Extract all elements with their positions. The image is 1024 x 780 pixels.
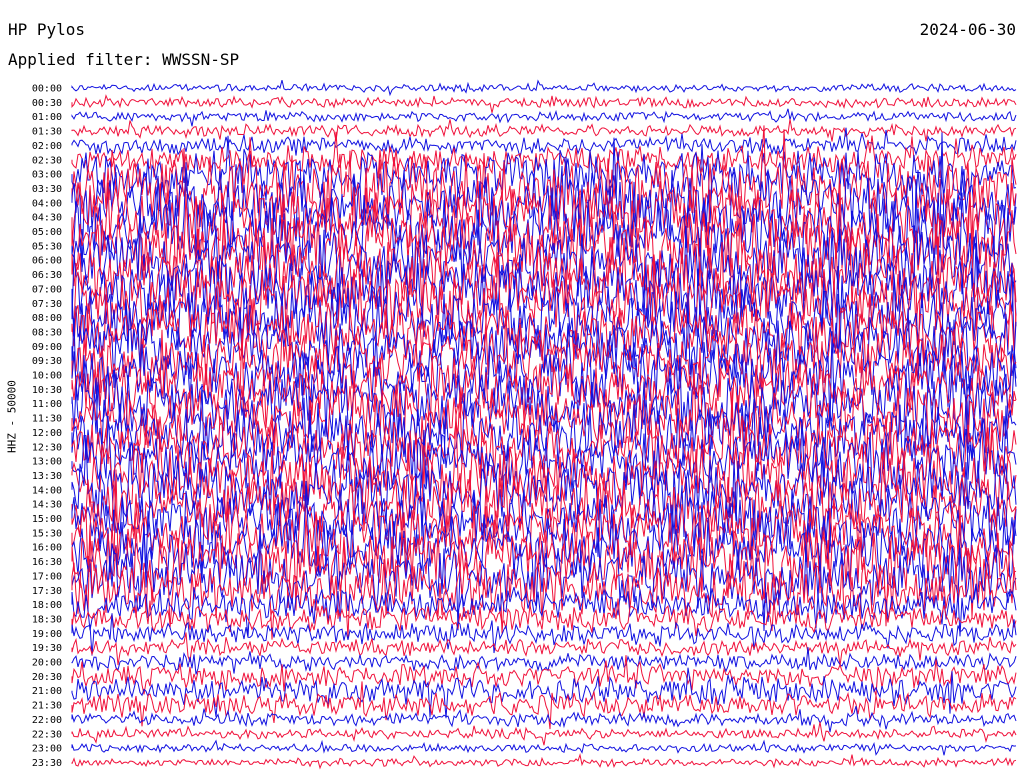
row-time-label: 00:30 xyxy=(32,98,62,109)
trace-row xyxy=(71,613,1017,656)
row-time-label: 16:00 xyxy=(32,543,62,554)
row-time-label: 10:00 xyxy=(32,371,62,382)
row-time-label: 19:30 xyxy=(32,643,62,654)
row-time-label: 19:00 xyxy=(32,629,62,640)
trace-row xyxy=(71,108,1017,127)
row-time-label: 22:00 xyxy=(32,715,62,726)
row-time-label: 03:30 xyxy=(32,184,62,195)
row-time-label: 14:00 xyxy=(32,485,62,496)
row-time-label: 16:30 xyxy=(32,557,62,568)
row-time-label: 07:00 xyxy=(32,284,62,295)
trace-row xyxy=(71,79,1017,97)
trace-row xyxy=(71,94,1017,113)
row-time-label: 10:30 xyxy=(32,385,62,396)
row-time-label: 05:30 xyxy=(32,241,62,252)
row-time-label: 23:30 xyxy=(32,758,62,769)
seismogram-plot: 00:00 00:30 01:00 01:30 02:00 02:30 03:00 03:30… xyxy=(32,79,1017,770)
row-time-label: 12:00 xyxy=(32,428,62,439)
row-time-label: 02:30 xyxy=(32,155,62,166)
row-time-label: 20:00 xyxy=(32,658,62,669)
row-time-label: 06:30 xyxy=(32,270,62,281)
row-time-label: 18:00 xyxy=(32,600,62,611)
row-time-label: 15:30 xyxy=(32,528,62,539)
row-time-label: 01:00 xyxy=(32,112,62,123)
row-time-label: 08:30 xyxy=(32,327,62,338)
row-time-label: 06:00 xyxy=(32,256,62,267)
row-time-label: 17:30 xyxy=(32,586,62,597)
row-time-label: 13:00 xyxy=(32,457,62,468)
row-time-label: 02:00 xyxy=(32,141,62,152)
trace-row xyxy=(71,721,1017,746)
row-time-label: 12:30 xyxy=(32,442,62,453)
row-time-label: 20:30 xyxy=(32,672,62,683)
row-time-label: 22:30 xyxy=(32,729,62,740)
row-time-label: 09:00 xyxy=(32,342,62,353)
row-time-label: 09:30 xyxy=(32,356,62,367)
row-time-label: 08:00 xyxy=(32,313,62,324)
row-time-label: 04:30 xyxy=(32,213,62,224)
row-time-label: 15:00 xyxy=(32,514,62,525)
row-time-label: 21:30 xyxy=(32,701,62,712)
row-time-label: 17:00 xyxy=(32,571,62,582)
row-time-label: 18:30 xyxy=(32,614,62,625)
row-time-label: 14:30 xyxy=(32,500,62,511)
row-time-label: 11:30 xyxy=(32,414,62,425)
row-time-label: 21:00 xyxy=(32,686,62,697)
row-time-label: 00:00 xyxy=(32,84,62,95)
trace-row xyxy=(71,752,1017,770)
row-time-label: 03:00 xyxy=(32,170,62,181)
row-time-label: 05:00 xyxy=(32,227,62,238)
row-time-label: 04:00 xyxy=(32,198,62,209)
row-time-label: 01:30 xyxy=(32,127,62,138)
row-time-label: 07:30 xyxy=(32,299,62,310)
row-time-label: 11:00 xyxy=(32,399,62,410)
row-time-label: 13:30 xyxy=(32,471,62,482)
row-time-label: 23:00 xyxy=(32,744,62,755)
